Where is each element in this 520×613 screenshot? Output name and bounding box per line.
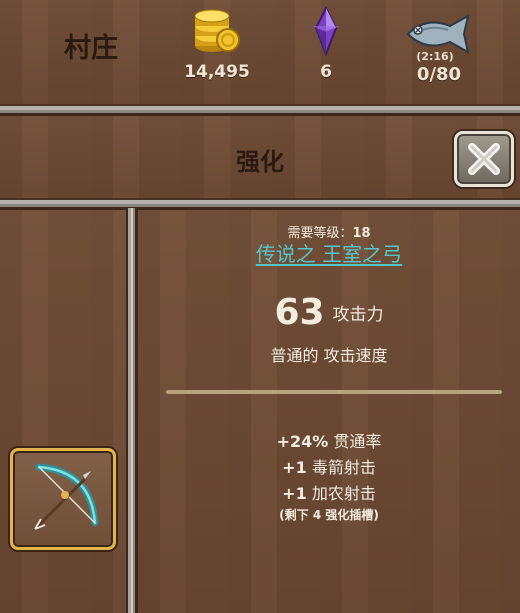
gold-coins-icon (172, 4, 262, 56)
gold-counter: 14,495 (172, 4, 262, 82)
item-name-link[interactable]: 传说之 王室之弓 (138, 238, 520, 267)
resource-bar: 村庄 14,495 6 (2:16) 0/80 (0, 0, 520, 104)
slots-count: 4 (312, 508, 322, 522)
fish-icon (394, 4, 484, 56)
bonus-value: +1 (282, 458, 307, 477)
bonus-label: 贯通率 (333, 432, 382, 451)
purple-gem-icon (281, 4, 371, 56)
bonus-line: +1 毒箭射击 (138, 454, 520, 478)
upgrade-header: 强化 (0, 116, 520, 200)
bonus-label: 毒箭射击 (311, 458, 376, 477)
fish-amount: 0/80 (416, 64, 462, 85)
slots-suffix: 强化插槽) (325, 508, 379, 522)
location-title: 村庄 (64, 33, 118, 64)
stats-divider (166, 390, 502, 394)
bonus-value: +1 (282, 484, 307, 503)
close-button[interactable] (454, 131, 514, 187)
gem-counter: 6 (281, 4, 371, 82)
bonus-line: +24% 贯通率 (138, 428, 520, 452)
item-slot[interactable] (10, 448, 116, 550)
close-icon (468, 143, 500, 175)
remaining-slots: (剩下 4 强化插槽) (138, 506, 520, 523)
fish-counter (394, 4, 484, 56)
bonus-line: +1 加农射击 (138, 480, 520, 504)
panel-separator (126, 208, 138, 613)
attack-stat: 63 攻击力 (138, 292, 520, 333)
attack-speed: 普通的 攻击速度 (270, 346, 388, 365)
bow-icon (33, 463, 99, 531)
slots-prefix: (剩下 (279, 508, 309, 522)
fish-amount-wrap: 0/80 (394, 58, 484, 85)
panel-title: 强化 (236, 148, 284, 176)
header-divider (0, 104, 520, 116)
attack-value: 63 (274, 292, 325, 333)
bonus-label: 加农射击 (311, 484, 376, 503)
title-divider (0, 198, 520, 210)
attack-label: 攻击力 (332, 305, 384, 325)
item-list-panel (0, 210, 126, 613)
bonus-value: +24% (276, 432, 329, 451)
gold-amount: 14,495 (184, 62, 250, 82)
gem-amount: 6 (320, 62, 332, 82)
item-detail-panel (138, 210, 520, 613)
